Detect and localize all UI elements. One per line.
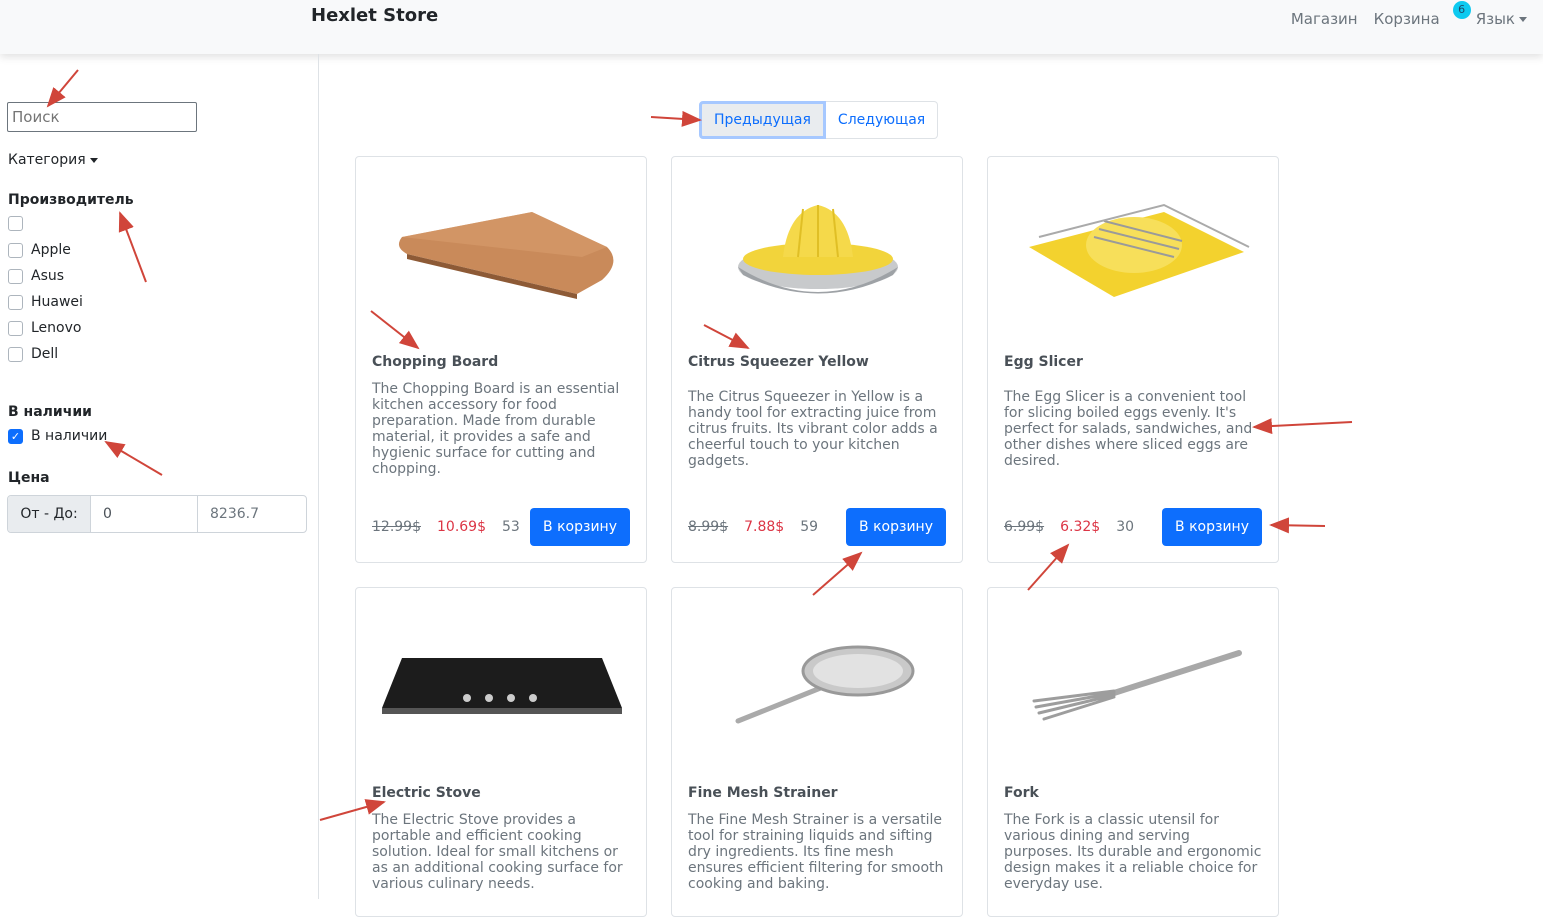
product-title: Chopping Board (372, 354, 499, 370)
manufacturer-checkbox-empty[interactable] (8, 216, 31, 231)
price-title: Цена (8, 470, 50, 486)
sale-price: 7.88$ (744, 519, 785, 535)
chopping-board-image (376, 177, 628, 327)
stock-quantity: 59 (800, 519, 819, 535)
nav-shop-link[interactable]: Магазин (1291, 10, 1358, 28)
product-description: The Fine Mesh Strainer is a versatile to… (688, 812, 944, 892)
next-page-button[interactable]: Следующая (825, 101, 939, 139)
filter-sidebar: Категория Производитель Apple Asus Huawe… (0, 54, 319, 899)
language-label: Язык (1475, 10, 1515, 28)
product-card: Fork The Fork is a classic utensil for v… (987, 587, 1279, 917)
manufacturer-checkbox-asus[interactable]: Asus (8, 268, 64, 284)
product-title: Citrus Squeezer Yellow (688, 354, 869, 370)
product-description: The Citrus Squeezer in Yellow is a handy… (688, 389, 938, 469)
stock-checkbox-label: В наличии (31, 428, 108, 444)
product-footer: 6.99$ 6.32$ 30 В корзину (1004, 508, 1262, 546)
product-footer: 12.99$ 10.69$ 53 В корзину (372, 508, 630, 546)
price-min-input[interactable]: 0 (91, 496, 198, 532)
nav-links: Магазин Корзина 6 Язык (1275, 1, 1527, 28)
product-title: Egg Slicer (1004, 354, 1083, 370)
add-to-cart-button[interactable]: В корзину (530, 508, 630, 546)
citrus-squeezer-image (692, 177, 944, 327)
manufacturer-checkbox-huawei[interactable]: Huawei (8, 294, 83, 310)
sale-price: 6.32$ (1060, 519, 1101, 535)
annotation-arrow (1269, 517, 1326, 534)
top-navbar: Hexlet Store Магазин Корзина 6 Язык (0, 0, 1543, 54)
manufacturer-checkbox-apple[interactable]: Apple (8, 242, 71, 258)
checkbox[interactable] (8, 216, 23, 231)
checkbox[interactable] (8, 346, 23, 362)
nav-cart-link[interactable]: Корзина 6 (1373, 1, 1471, 28)
product-title: Fine Mesh Strainer (688, 785, 838, 801)
product-card: Egg Slicer The Egg Slicer is a convenien… (987, 156, 1279, 563)
product-card: Fine Mesh Strainer The Fine Mesh Straine… (671, 587, 963, 917)
price-max-input[interactable]: 8236.7 (198, 496, 305, 532)
old-price: 8.99$ (688, 519, 729, 535)
product-description: The Electric Stove provides a portable a… (372, 812, 623, 892)
annotation-arrow (650, 110, 702, 127)
stock-quantity: 53 (502, 519, 520, 535)
price-range-group: От - До: 0 8236.7 (7, 495, 307, 533)
checkbox[interactable] (8, 320, 23, 336)
checkbox[interactable] (8, 294, 23, 310)
product-card: Citrus Squeezer Yellow The Citrus Squeez… (671, 156, 963, 563)
product-description: The Egg Slicer is a convenient tool for … (1004, 389, 1253, 469)
manufacturer-label: Lenovo (31, 320, 82, 336)
chevron-down-icon (1519, 17, 1527, 22)
manufacturer-label: Dell (31, 346, 59, 362)
language-dropdown[interactable]: Язык (1476, 10, 1527, 28)
brand-logo[interactable]: Hexlet Store (311, 5, 438, 26)
stock-checkbox[interactable]: ✓ В наличии (8, 428, 107, 444)
manufacturer-label: Apple (31, 242, 71, 258)
old-price: 12.99$ (372, 519, 421, 535)
pagination: Предыдущая Следующая (699, 101, 939, 139)
product-card: Electric Stove The Electric Stove provid… (355, 587, 647, 917)
add-to-cart-button[interactable]: В корзину (846, 508, 946, 546)
checkbox[interactable] (8, 268, 23, 284)
stock-quantity: 30 (1116, 519, 1135, 535)
manufacturer-label: Asus (31, 268, 65, 284)
fork-image (1008, 608, 1260, 758)
egg-slicer-image (1008, 177, 1260, 327)
product-footer: 8.99$ 7.88$ 59 В корзину (688, 508, 946, 546)
sale-price: 10.69$ (437, 519, 486, 535)
manufacturer-checkbox-dell[interactable]: Dell (8, 346, 58, 362)
manufacturer-title: Производитель (8, 192, 134, 208)
electric-stove-image (376, 608, 628, 758)
manufacturer-checkbox-lenovo[interactable]: Lenovo (8, 320, 81, 336)
stock-title: В наличии (8, 404, 92, 420)
product-card: Chopping Board The Chopping Board is an … (355, 156, 647, 563)
category-dropdown[interactable]: Категория (8, 152, 98, 168)
product-description: The Fork is a classic utensil for variou… (1004, 812, 1262, 892)
chevron-down-icon (89, 157, 98, 163)
manufacturer-label: Huawei (31, 294, 83, 310)
product-title: Fork (1004, 785, 1039, 801)
nav-cart-label: Корзина (1373, 10, 1440, 28)
prev-page-button[interactable]: Предыдущая (699, 101, 826, 139)
add-to-cart-button[interactable]: В корзину (1162, 508, 1262, 546)
product-title: Electric Stove (372, 785, 481, 801)
checkmark-icon[interactable]: ✓ (8, 428, 23, 444)
search-input[interactable] (7, 102, 197, 132)
product-description: The Chopping Board is an essential kitch… (372, 381, 620, 477)
strainer-image (692, 608, 944, 758)
category-label: Категория (8, 152, 86, 168)
old-price: 6.99$ (1004, 519, 1045, 535)
cart-count-badge: 6 (1452, 1, 1471, 19)
price-range-label: От - До: (8, 496, 91, 532)
checkbox[interactable] (8, 242, 23, 258)
